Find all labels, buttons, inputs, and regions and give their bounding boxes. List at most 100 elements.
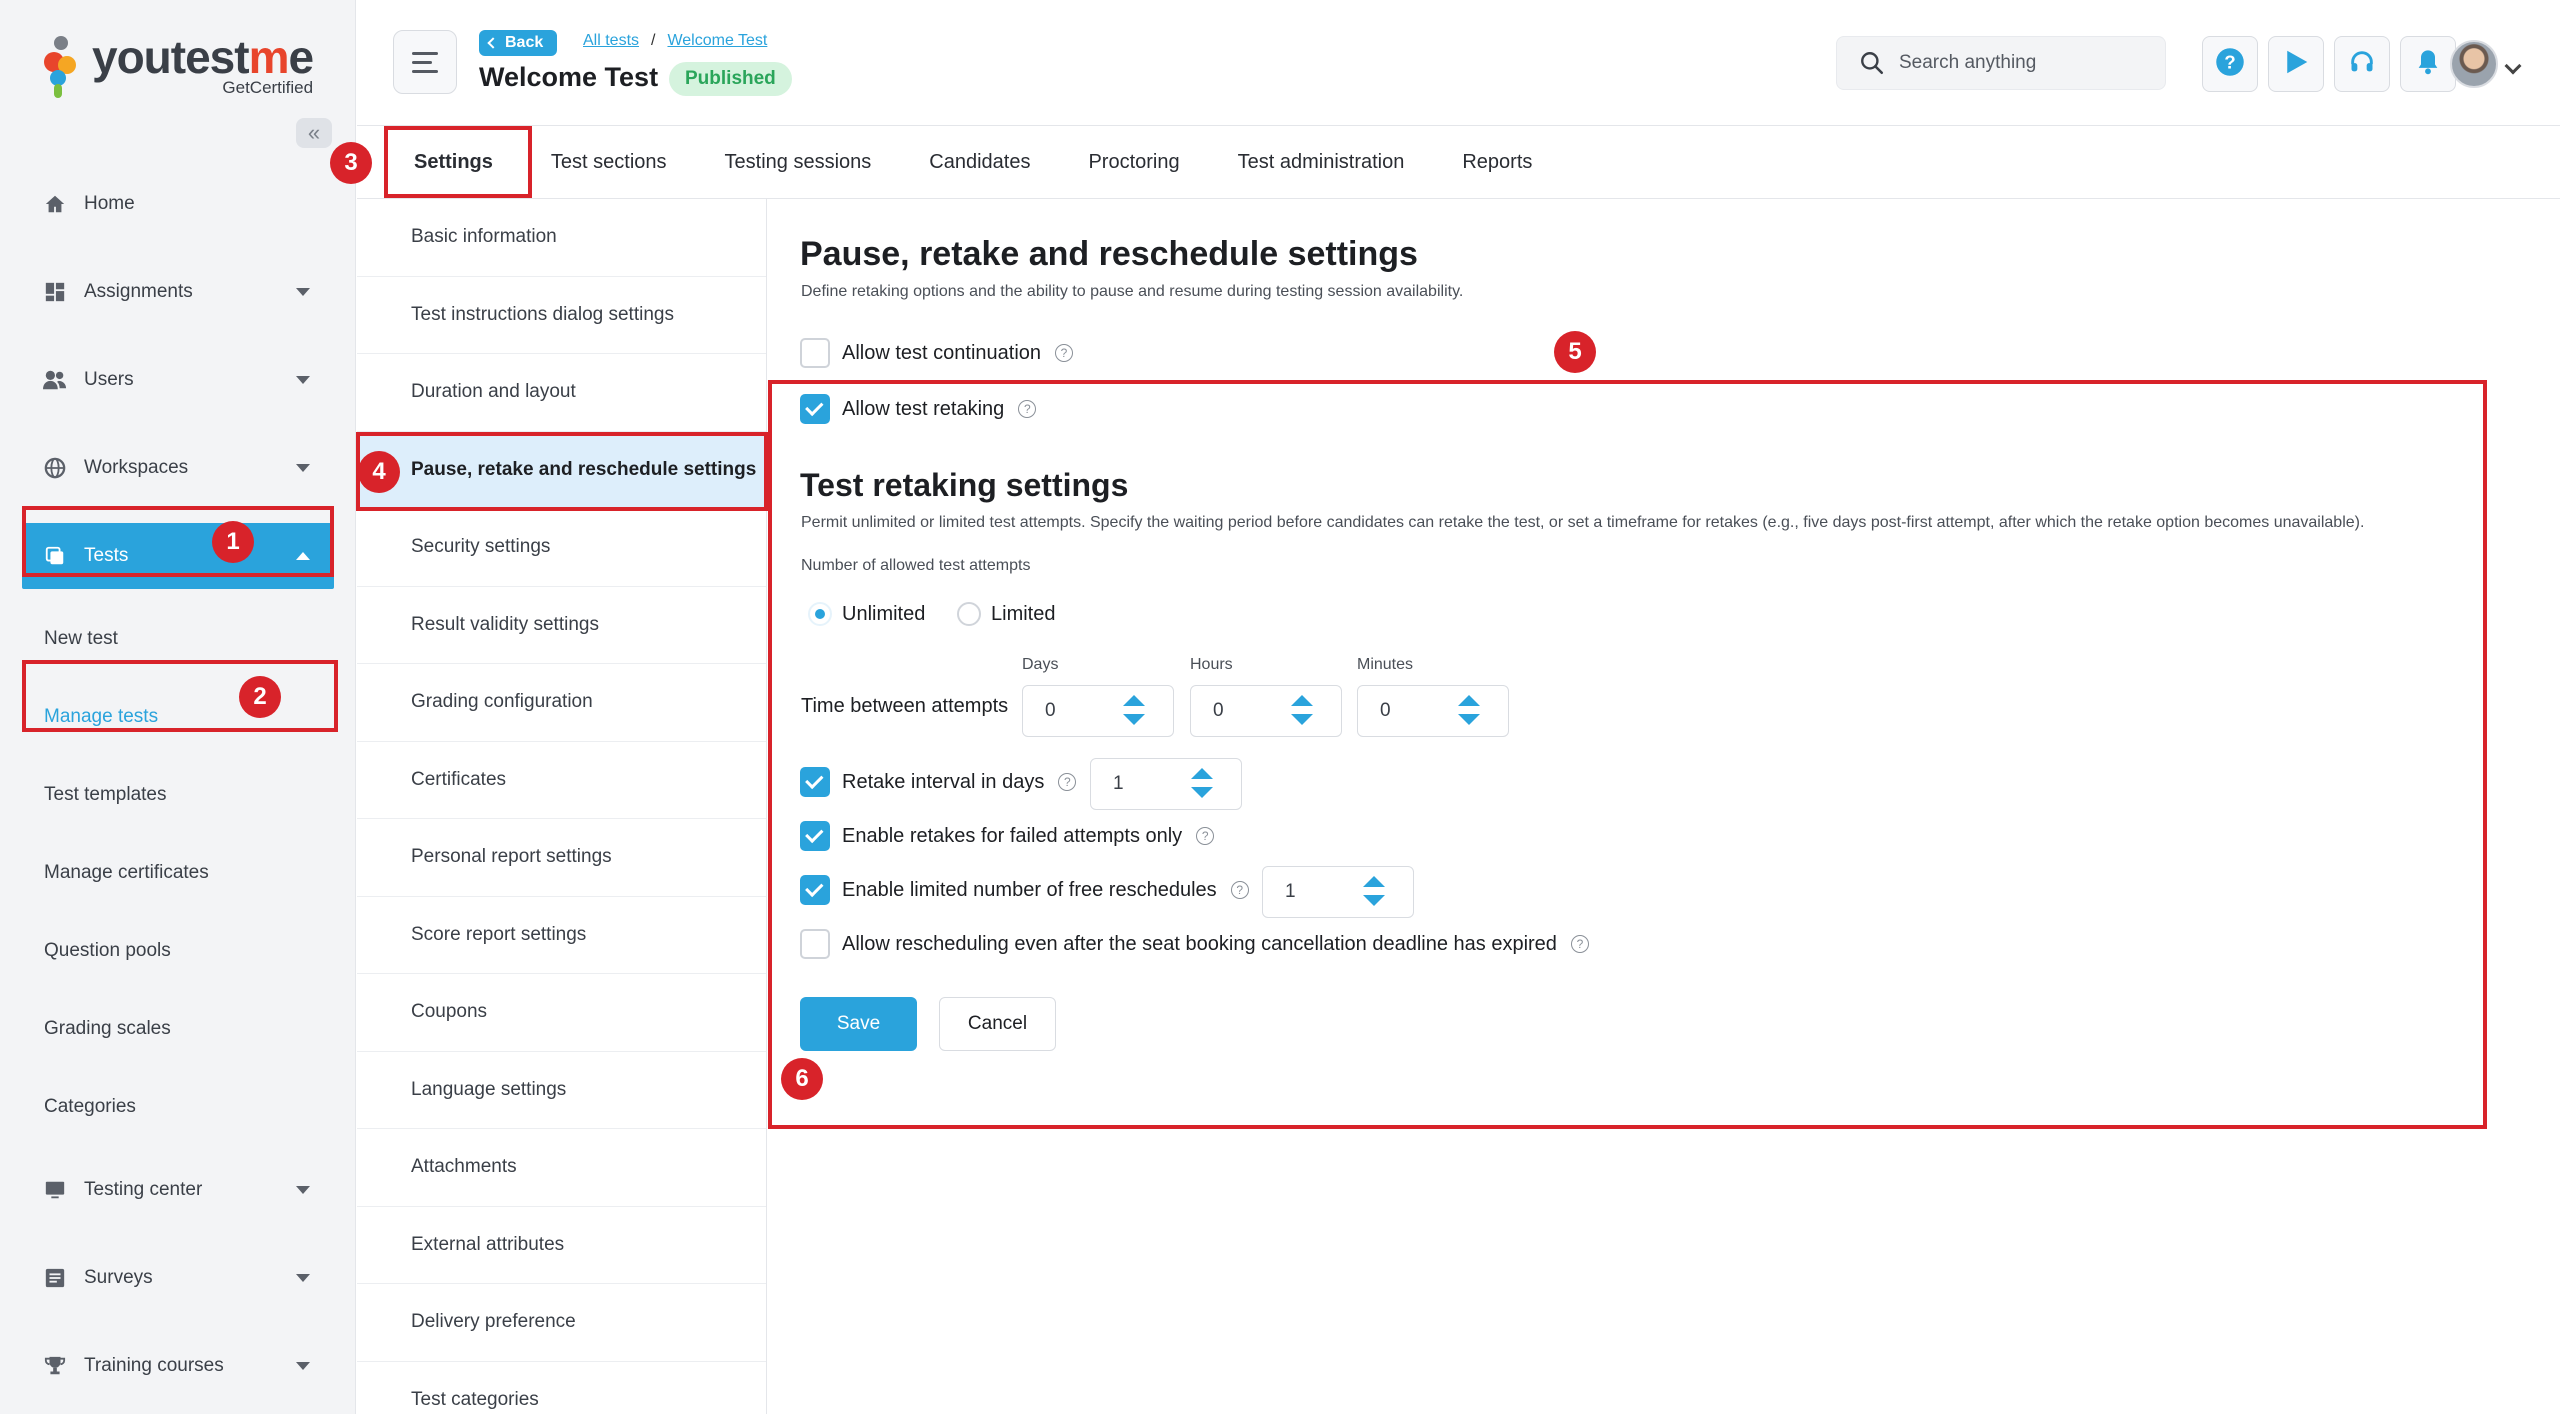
hamburger-menu-button[interactable] (393, 30, 457, 94)
submenu-certificates[interactable]: Certificates (357, 742, 766, 819)
help-circle-icon[interactable]: ? (1055, 344, 1074, 362)
help-circle-icon[interactable]: ? (1230, 881, 1249, 899)
stepper-down-icon[interactable] (1291, 714, 1313, 725)
stepper-up-icon[interactable] (1458, 695, 1480, 706)
top-bar: Back All tests / Welcome Test Welcome Te… (357, 0, 2560, 126)
submenu-language-settings[interactable]: Language settings (357, 1052, 766, 1129)
allow-retaking-label: Allow test retaking (842, 397, 1005, 420)
submenu-test-categories[interactable]: Test categories (357, 1362, 766, 1414)
radio-dot (808, 602, 832, 626)
breadcrumb-current-test[interactable]: Welcome Test (667, 32, 767, 50)
collapse-sidebar-button[interactable]: « (296, 118, 332, 148)
play-tutorial-button[interactable] (2268, 36, 2324, 92)
tab-test-sections[interactable]: Test sections (522, 127, 696, 199)
hours-label: Hours (1190, 656, 1233, 673)
nav-item-workspaces[interactable]: Workspaces (0, 424, 356, 512)
test-tabs: Settings Test sections Testing sessions … (357, 127, 2560, 199)
tab-proctoring[interactable]: Proctoring (1059, 127, 1208, 199)
submenu-grading-configuration[interactable]: Grading configuration (357, 664, 766, 742)
submenu-test-instructions-dialog[interactable]: Test instructions dialog settings (357, 277, 766, 354)
submenu-duration-and-layout[interactable]: Duration and layout (357, 354, 766, 432)
search-icon (1859, 50, 1885, 76)
stepper-down-icon[interactable] (1458, 714, 1480, 725)
nav-sub-categories[interactable]: Categories (0, 1068, 356, 1146)
stepper-down-icon[interactable] (1191, 787, 1213, 798)
free-reschedules-checkbox[interactable] (800, 875, 830, 905)
stepper-up-icon[interactable] (1123, 695, 1145, 706)
retake-interval-checkbox[interactable] (800, 767, 830, 797)
retake-interval-stepper[interactable]: 1 (1090, 758, 1242, 810)
nav-item-tests[interactable]: Tests (22, 523, 334, 589)
allow-retaking-checkbox[interactable] (800, 394, 830, 424)
chevron-down-icon[interactable] (2504, 57, 2522, 75)
stepper-up-icon[interactable] (1363, 876, 1385, 887)
chevron-left-icon (487, 37, 499, 49)
failed-only-checkbox[interactable] (800, 821, 830, 851)
breadcrumb-all-tests[interactable]: All tests (583, 32, 639, 50)
notifications-button[interactable] (2400, 36, 2456, 92)
cancel-button[interactable]: Cancel (939, 997, 1056, 1051)
allow-continuation-label: Allow test continuation (842, 341, 1042, 364)
nav-item-training-courses[interactable]: Training courses (0, 1322, 356, 1410)
tab-reports[interactable]: Reports (1433, 127, 1561, 199)
nav-item-home[interactable]: Home (0, 160, 356, 248)
stepper-up-icon[interactable] (1191, 768, 1213, 779)
nav-item-users[interactable]: Users (0, 336, 356, 424)
submenu-delivery-preference[interactable]: Delivery preference (357, 1284, 766, 1362)
stepper-down-icon[interactable] (1363, 895, 1385, 906)
support-button[interactable] (2334, 36, 2390, 92)
radio-limited[interactable]: Limited (957, 602, 1055, 626)
search-input[interactable]: Search anything (1836, 36, 2166, 90)
submenu-security-settings[interactable]: Security settings (357, 509, 766, 587)
submenu-pause-retake-reschedule[interactable]: Pause, retake and reschedule settings (357, 431, 766, 509)
submenu-external-attributes[interactable]: External attributes (357, 1207, 766, 1284)
free-reschedules-row: Enable limited number of free reschedule… (800, 875, 1249, 905)
avatar[interactable] (2450, 40, 2498, 88)
nav-label: Tests (84, 545, 129, 566)
back-button[interactable]: Back (479, 30, 558, 56)
allow-continuation-checkbox[interactable] (800, 338, 830, 368)
play-icon (2281, 47, 2311, 82)
tab-testing-sessions[interactable]: Testing sessions (696, 127, 901, 199)
submenu-result-validity[interactable]: Result validity settings (357, 587, 766, 664)
submenu-score-report[interactable]: Score report settings (357, 897, 766, 974)
help-circle-icon[interactable]: ? (1058, 773, 1077, 791)
stepper-down-icon[interactable] (1123, 714, 1145, 725)
caret-down-icon (296, 376, 310, 384)
nav-sub-test-templates[interactable]: Test templates (0, 756, 356, 834)
nav-sub-manage-tests[interactable]: Manage tests (0, 678, 356, 756)
minutes-stepper[interactable]: 0 (1357, 685, 1509, 737)
save-button[interactable]: Save (800, 997, 917, 1051)
nav-item-assignments[interactable]: Assignments (0, 248, 356, 336)
status-badge: Published (669, 62, 792, 96)
nav-sub-question-pools[interactable]: Question pools (0, 912, 356, 990)
submenu-coupons[interactable]: Coupons (357, 974, 766, 1052)
nav-item-surveys[interactable]: Surveys (0, 1234, 356, 1322)
nav-label: Workspaces (84, 457, 189, 478)
help-circle-icon[interactable]: ? (1196, 827, 1215, 845)
nav-sub-new-test[interactable]: New test (0, 600, 356, 678)
breadcrumb-separator: / (651, 32, 656, 49)
nav-sub-grading-scales[interactable]: Grading scales (0, 990, 356, 1068)
nav-sub-manage-certificates[interactable]: Manage certificates (0, 834, 356, 912)
users-icon (42, 367, 68, 393)
radio-unlimited[interactable]: Unlimited (808, 602, 925, 626)
help-circle-icon[interactable]: ? (1018, 400, 1037, 418)
tab-test-administration[interactable]: Test administration (1209, 127, 1434, 199)
tab-settings[interactable]: Settings (385, 127, 522, 199)
brand-logo[interactable]: youtestme GetCertified (44, 34, 314, 98)
stepper-up-icon[interactable] (1291, 695, 1313, 706)
help-circle-icon[interactable]: ? (1570, 935, 1589, 953)
headset-icon (2348, 48, 2376, 81)
tab-candidates[interactable]: Candidates (900, 127, 1059, 199)
hours-stepper[interactable]: 0 (1190, 685, 1342, 737)
submenu-attachments[interactable]: Attachments (357, 1129, 766, 1207)
submenu-basic-information[interactable]: Basic information (357, 199, 766, 277)
after-deadline-row: Allow rescheduling even after the seat b… (800, 929, 1589, 959)
submenu-personal-report[interactable]: Personal report settings (357, 819, 766, 897)
free-reschedules-stepper[interactable]: 1 (1262, 866, 1414, 918)
days-stepper[interactable]: 0 (1022, 685, 1174, 737)
after-deadline-checkbox[interactable] (800, 929, 830, 959)
help-button[interactable]: ? (2202, 36, 2258, 92)
nav-item-testing-center[interactable]: Testing center (0, 1146, 356, 1234)
